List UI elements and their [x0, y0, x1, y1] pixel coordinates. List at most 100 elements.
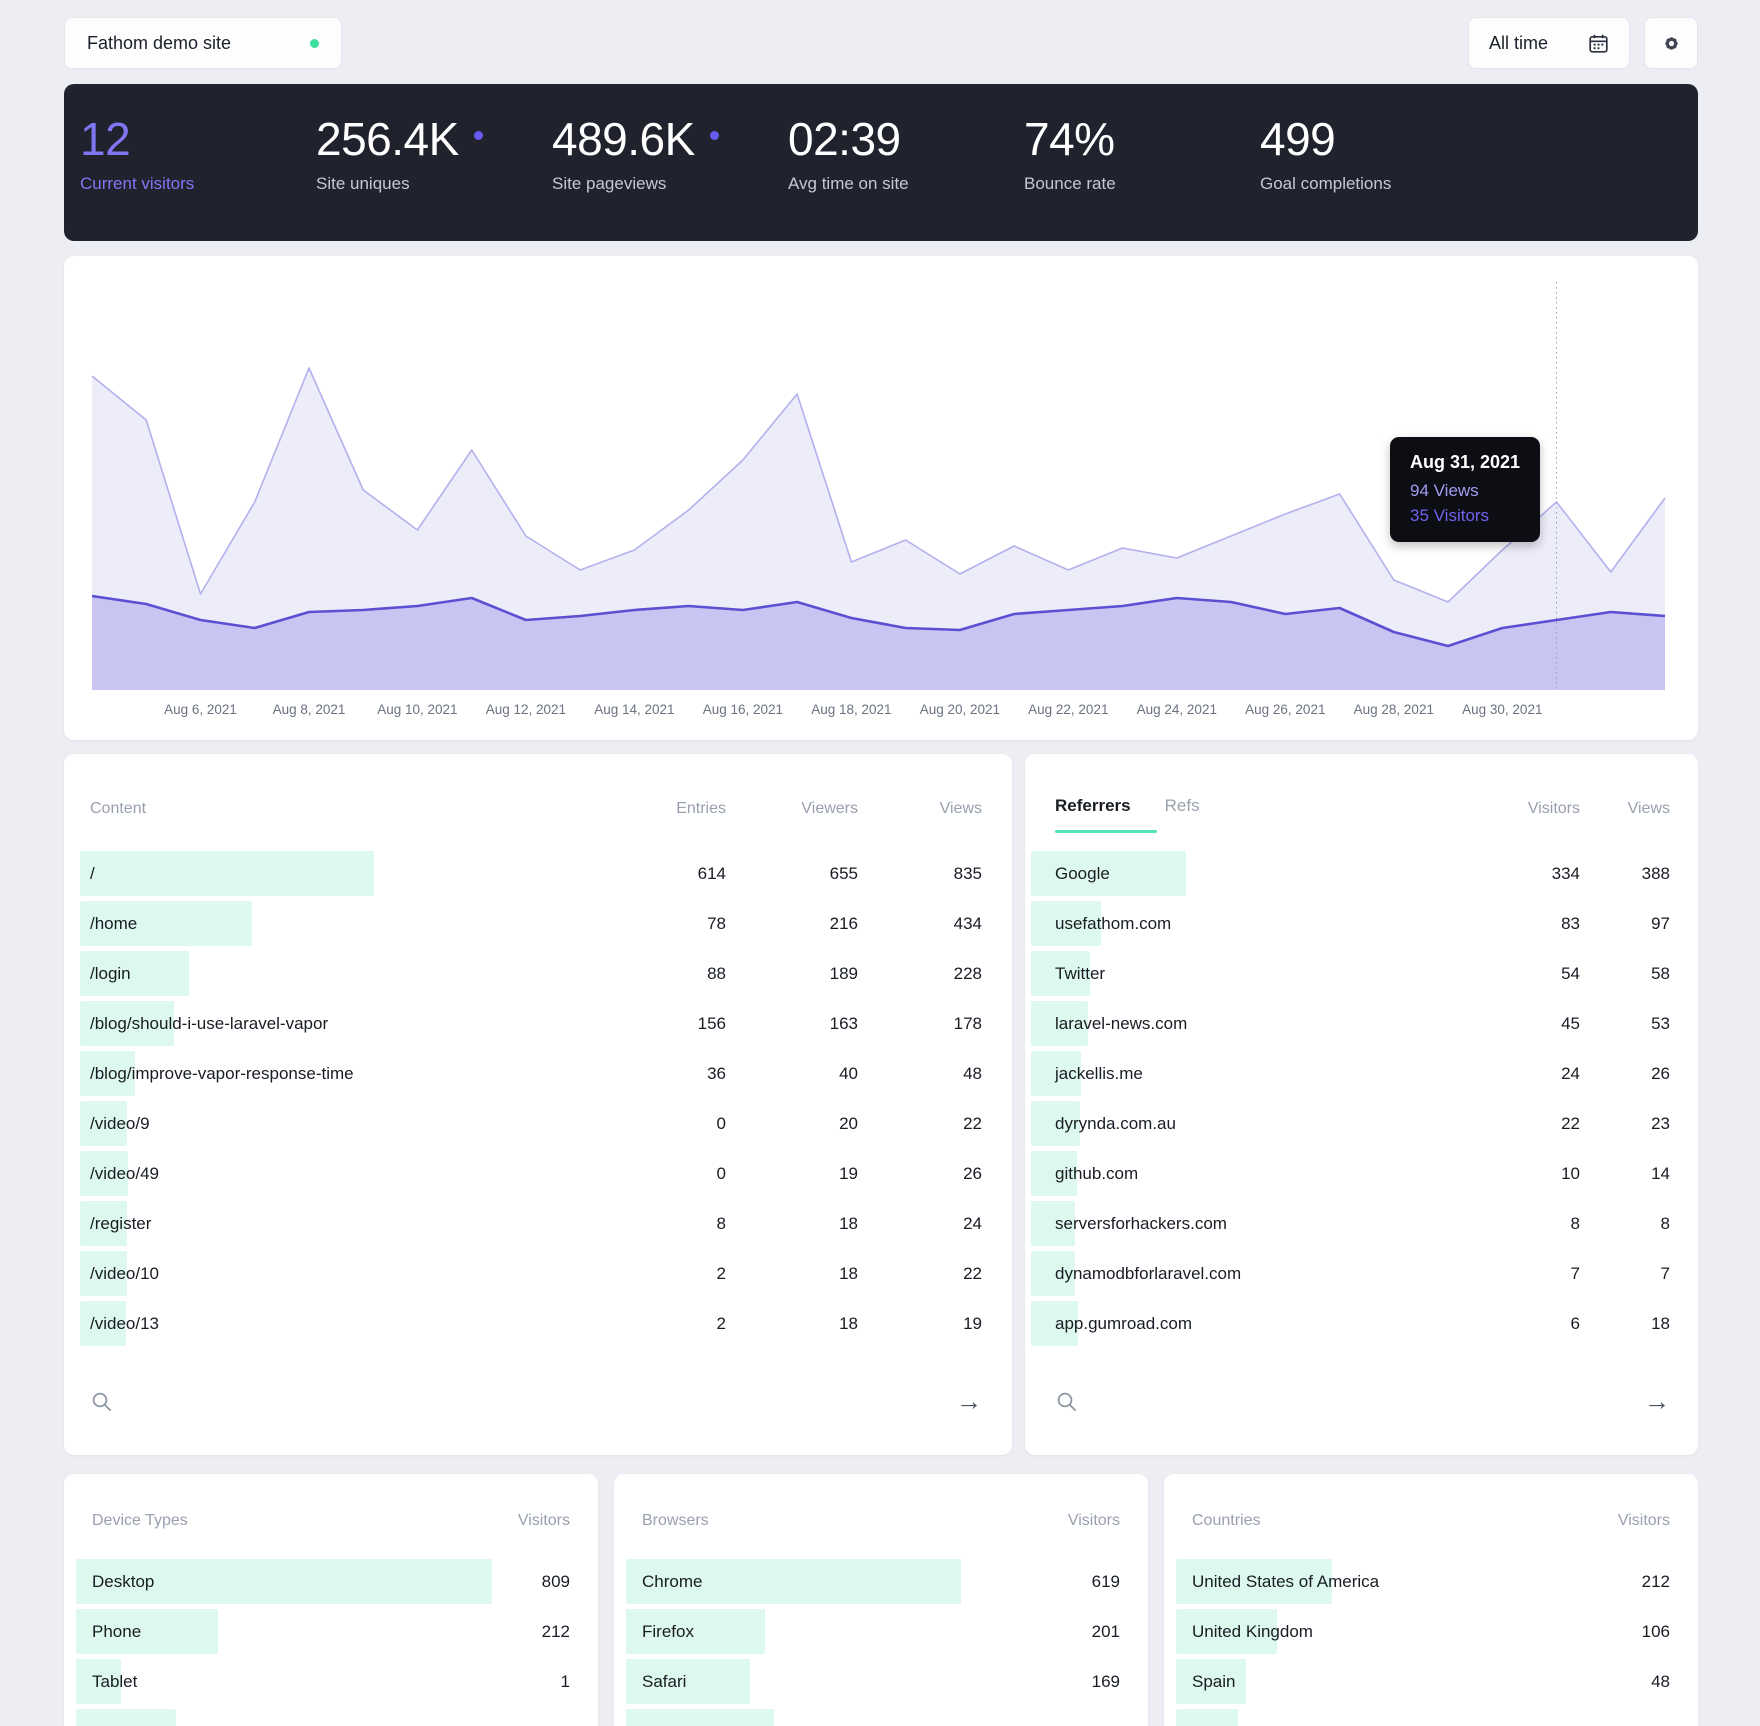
visitors-value: 201	[614, 1607, 1120, 1657]
stat-value: 02:39	[788, 115, 1024, 163]
referrer-row[interactable]: app.gumroad.com618	[1025, 1299, 1698, 1349]
views-value: 58	[1025, 949, 1670, 999]
views-value: 53	[1025, 999, 1670, 1049]
calendar-icon	[1588, 33, 1609, 54]
tooltip-visitors: 35 Visitors	[1410, 506, 1520, 526]
settings-button[interactable]	[1644, 17, 1698, 69]
content-row[interactable]: /login88189228	[64, 949, 1012, 999]
row-highlight-bar	[76, 1709, 176, 1726]
content-card: Content Entries Viewers Views /614655835…	[64, 754, 1012, 1455]
referrer-row[interactable]: github.com1014	[1025, 1149, 1698, 1199]
x-tick-label: Aug 12, 2021	[486, 702, 566, 717]
device-row-partial	[64, 1707, 598, 1726]
x-tick-label: Aug 8, 2021	[273, 702, 346, 717]
views-value: 388	[1025, 849, 1670, 899]
views-value: 22	[64, 1099, 982, 1149]
content-row[interactable]: /video/902022	[64, 1099, 1012, 1149]
device-row[interactable]: Phone212	[64, 1607, 598, 1657]
browser-row[interactable]: Firefox201	[614, 1607, 1148, 1657]
device-row[interactable]: Desktop809	[64, 1557, 598, 1607]
browser-row[interactable]: Safari169	[614, 1657, 1148, 1707]
views-value: 835	[64, 849, 982, 899]
referrer-row[interactable]: usefathom.com8397	[1025, 899, 1698, 949]
referrer-row[interactable]: Twitter5458	[1025, 949, 1698, 999]
x-tick-label: Aug 20, 2021	[920, 702, 1000, 717]
browsers-card: Browsers Visitors Chrome619Firefox201Saf…	[614, 1474, 1148, 1726]
country-row[interactable]: Spain48	[1164, 1657, 1698, 1707]
views-value: 24	[64, 1199, 982, 1249]
stat-value: 489.6K	[552, 115, 788, 163]
country-row[interactable]: United Kingdom106	[1164, 1607, 1698, 1657]
x-tick-label: Aug 16, 2021	[703, 702, 783, 717]
content-row[interactable]: /video/4901926	[64, 1149, 1012, 1199]
tooltip-date: Aug 31, 2021	[1410, 452, 1520, 473]
x-tick-label: Aug 6, 2021	[164, 702, 237, 717]
row-highlight-bar	[626, 1709, 774, 1726]
referrer-row[interactable]: dynamodbforlaravel.com77	[1025, 1249, 1698, 1299]
site-selector-button[interactable]: Fathom demo site	[64, 17, 342, 69]
views-value: 178	[64, 999, 982, 1049]
content-row[interactable]: /614655835	[64, 849, 1012, 899]
country-row[interactable]: United States of America212	[1164, 1557, 1698, 1607]
visitors-value: 809	[64, 1557, 570, 1607]
content-row[interactable]: /blog/should-i-use-laravel-vapor15616317…	[64, 999, 1012, 1049]
stat-value: 256.4K	[316, 115, 552, 163]
device-row[interactable]: Tablet1	[64, 1657, 598, 1707]
stat-value: 499	[1260, 115, 1496, 163]
views-value: 48	[64, 1049, 982, 1099]
live-status-dot	[310, 39, 319, 48]
content-row[interactable]: /video/1321819	[64, 1299, 1012, 1349]
views-value: 19	[64, 1299, 982, 1349]
content-row[interactable]: /blog/improve-vapor-response-time364048	[64, 1049, 1012, 1099]
referrer-row[interactable]: laravel-news.com4553	[1025, 999, 1698, 1049]
countries-col-visitors: Visitors	[1164, 1512, 1670, 1530]
x-tick-label: Aug 30, 2021	[1462, 702, 1542, 717]
referrer-row[interactable]: serversforhackers.com88	[1025, 1199, 1698, 1249]
stat-trend-dot	[710, 131, 719, 140]
views-value: 18	[1025, 1299, 1670, 1349]
date-range-button[interactable]: All time	[1468, 17, 1630, 69]
views-value: 26	[64, 1149, 982, 1199]
referrer-row[interactable]: Google334388	[1025, 849, 1698, 899]
views-value: 22	[64, 1249, 982, 1299]
referrer-row[interactable]: dyrynda.com.au2223	[1025, 1099, 1698, 1149]
x-tick-label: Aug 26, 2021	[1245, 702, 1325, 717]
views-value: 23	[1025, 1099, 1670, 1149]
browser-row[interactable]: Chrome619	[614, 1557, 1148, 1607]
x-tick-label: Aug 18, 2021	[811, 702, 891, 717]
stat-trend-dot	[474, 131, 483, 140]
views-value: 97	[1025, 899, 1670, 949]
referrer-row[interactable]: jackellis.me2426	[1025, 1049, 1698, 1099]
views-value: 14	[1025, 1149, 1670, 1199]
date-range-label: All time	[1489, 33, 1548, 54]
content-row[interactable]: /register81824	[64, 1199, 1012, 1249]
fathom-dashboard: Fathom demo site All time	[0, 0, 1760, 1726]
stat-site-uniques: 256.4K Site uniques	[316, 84, 552, 241]
x-tick-label: Aug 28, 2021	[1354, 702, 1434, 717]
content-col-views: Views	[64, 800, 982, 818]
site-name: Fathom demo site	[87, 33, 231, 54]
tooltip-views: 94 Views	[1410, 481, 1520, 501]
stat-bounce-rate: 74%Bounce rate	[1024, 84, 1260, 241]
active-tab-underline	[1055, 830, 1157, 833]
stat-label: Bounce rate	[1024, 174, 1260, 194]
stat-site-pageviews: 489.6KSite pageviews	[552, 84, 788, 241]
views-value: 434	[64, 899, 982, 949]
stat-label: Site uniques	[316, 174, 552, 194]
content-row[interactable]: /home78216434	[64, 899, 1012, 949]
views-value: 8	[1025, 1199, 1670, 1249]
visitors-value: 106	[1164, 1607, 1670, 1657]
referrers-view-more-arrow[interactable]: →	[1025, 1386, 1670, 1417]
stat-label: Goal completions	[1260, 174, 1496, 194]
visitors-value: 48	[1164, 1657, 1670, 1707]
stat-current-visitors: 12Current visitors	[80, 84, 316, 241]
visitors-value: 169	[614, 1657, 1120, 1707]
content-row[interactable]: /video/1021822	[64, 1249, 1012, 1299]
chart-tooltip: Aug 31, 2021 94 Views 35 Visitors	[1390, 437, 1540, 542]
content-view-more-arrow[interactable]: →	[64, 1386, 982, 1417]
device-types-col-visitors: Visitors	[64, 1512, 570, 1530]
visitors-value: 212	[1164, 1557, 1670, 1607]
views-value: 228	[64, 949, 982, 999]
referrers-card: Referrers Refs Visitors Views Google3343…	[1025, 754, 1698, 1455]
visitors-value: 212	[64, 1607, 570, 1657]
